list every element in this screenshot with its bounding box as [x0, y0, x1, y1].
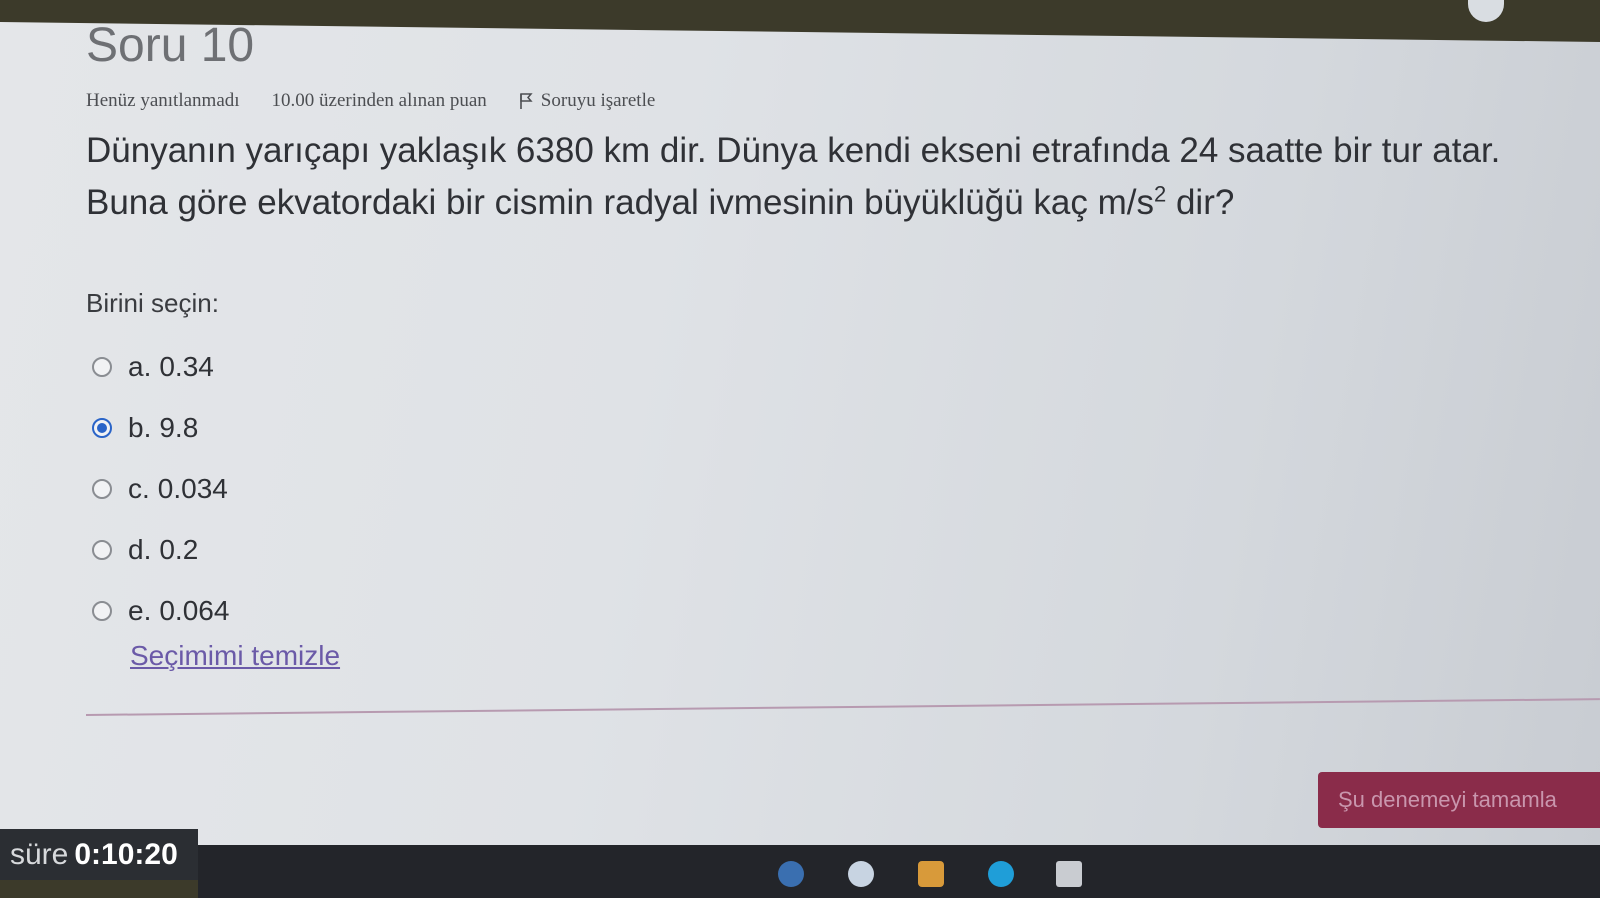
question-exponent: 2 — [1153, 181, 1167, 207]
question-info: Henüz yanıtlanmadı 10.00 üzerinden alına… — [86, 90, 655, 112]
answer-option-d[interactable]: d. 0.2 — [92, 519, 229, 580]
taskbar-app-icon[interactable] — [1056, 861, 1082, 887]
option-letter: a. — [128, 350, 152, 382]
timer-panel: süre 0:10:20 — [0, 829, 198, 880]
taskbar-app-icon[interactable] — [848, 861, 874, 887]
question-status: Henüz yanıtlanmadı — [86, 90, 240, 111]
answer-option-b[interactable]: b. 9.8 — [92, 397, 229, 458]
option-value: 0.34 — [159, 350, 214, 382]
answer-option-e[interactable]: e. 0.064 — [92, 580, 229, 641]
answer-option-c[interactable]: c. 0.034 — [92, 458, 229, 519]
question-text-line-2: Buna göre ekvatordaki bir cismin radyal … — [86, 177, 1586, 229]
option-value: 0.034 — [157, 472, 228, 504]
clear-selection-link[interactable]: Seçimimi temizle — [130, 640, 340, 672]
option-letter: b. — [128, 411, 152, 443]
option-value: 0.064 — [159, 594, 230, 626]
radio-unchecked-icon[interactable] — [92, 539, 112, 560]
question-points: 10.00 üzerinden alınan puan — [271, 90, 487, 111]
option-value: 0.2 — [159, 533, 199, 565]
question-text: Dünyanın yarıçapı yaklaşık 6380 km dir. … — [86, 125, 1586, 229]
answer-options: a. 0.34 b. 9.8 c. 0.034 d. 0.2 e. 0.064 — [92, 336, 229, 641]
radio-checked-icon[interactable] — [92, 417, 112, 438]
quiz-screen: Soru 10 Henüz yanıtlanmadı 10.00 üzerind… — [0, 19, 1600, 858]
answer-prompt: Birini seçin: — [86, 288, 219, 318]
camera-glare — [1468, 0, 1504, 22]
question-text-line-2-end: dir? — [1166, 183, 1235, 222]
answer-option-a[interactable]: a. 0.34 — [92, 336, 229, 397]
finish-attempt-button[interactable]: Şu denemeyi tamamla — [1318, 772, 1600, 828]
os-taskbar — [198, 845, 1600, 898]
question-text-line-1: Dünyanın yarıçapı yaklaşık 6380 km dir. … — [86, 131, 1501, 170]
option-letter: e. — [128, 594, 152, 626]
flag-icon — [519, 93, 533, 109]
section-divider — [85, 698, 1600, 716]
question-text-line-2-main: Buna göre ekvatordaki bir cismin radyal … — [86, 183, 1154, 222]
taskbar-app-icon[interactable] — [918, 861, 944, 887]
question-title: Soru 10 — [86, 19, 255, 72]
timer-value: 0:10:20 — [74, 837, 178, 871]
option-letter: c. — [128, 472, 150, 504]
option-value: 9.8 — [159, 411, 199, 443]
radio-unchecked-icon[interactable] — [92, 356, 112, 377]
taskbar-app-icon[interactable] — [778, 861, 804, 887]
flag-question-label: Soruyu işaretle — [540, 90, 656, 111]
timer-label: süre — [10, 837, 69, 871]
flag-question-button[interactable]: Soruyu işaretle — [519, 90, 656, 112]
taskbar-app-icon[interactable] — [988, 861, 1014, 887]
option-letter: d. — [128, 533, 152, 565]
radio-unchecked-icon[interactable] — [92, 600, 112, 621]
radio-unchecked-icon[interactable] — [92, 478, 112, 499]
